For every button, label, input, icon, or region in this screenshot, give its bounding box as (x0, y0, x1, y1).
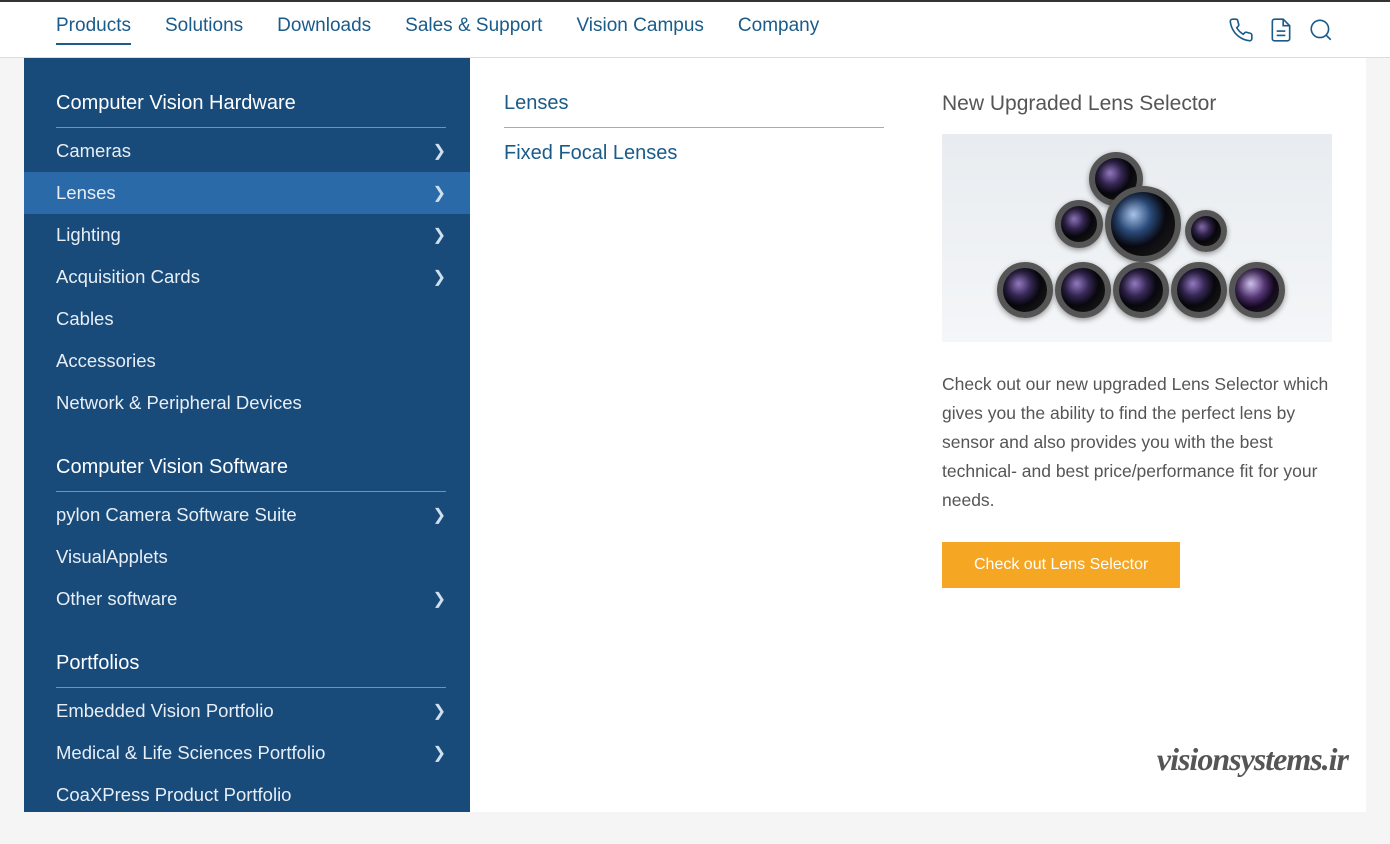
search-icon[interactable] (1308, 17, 1334, 43)
sidebar-item-network-peripheral[interactable]: Network & Peripheral Devices (24, 382, 470, 424)
promo-panel: New Upgraded Lens Selector Check out our… (942, 58, 1366, 812)
chevron-right-icon: ❯ (433, 225, 446, 245)
chevron-right-icon: ❯ (433, 589, 446, 609)
sidebar-item-label: Cables (56, 308, 114, 330)
sidebar-item-coaxpress[interactable]: CoaXPress Product Portfolio (24, 774, 470, 816)
sidebar-group-software: Computer Vision Software pylon Camera So… (56, 444, 446, 620)
main-nav: Products Solutions Downloads Sales & Sup… (56, 15, 819, 45)
sidebar-item-accessories[interactable]: Accessories (24, 340, 470, 382)
promo-image (942, 134, 1332, 342)
sidebar-item-lighting[interactable]: Lighting ❯ (24, 214, 470, 256)
nav-vision-campus[interactable]: Vision Campus (576, 15, 703, 45)
nav-company[interactable]: Company (738, 15, 819, 45)
chevron-right-icon: ❯ (433, 267, 446, 287)
sidebar-item-cables[interactable]: Cables (24, 298, 470, 340)
sidebar-item-embedded-vision[interactable]: Embedded Vision Portfolio ❯ (24, 690, 470, 732)
chevron-right-icon: ❯ (433, 743, 446, 763)
promo-title: New Upgraded Lens Selector (942, 80, 1332, 134)
chevron-right-icon: ❯ (433, 701, 446, 721)
sidebar-item-label: VisualApplets (56, 546, 168, 568)
sidebar-item-label: Network & Peripheral Devices (56, 392, 302, 414)
content-area: Computer Vision Hardware Cameras ❯ Lenses… (24, 58, 1366, 812)
sidebar-item-pylon[interactable]: pylon Camera Software Suite ❯ (24, 494, 470, 536)
sidebar: Computer Vision Hardware Cameras ❯ Lenses… (24, 58, 470, 812)
sidebar-item-label: pylon Camera Software Suite (56, 504, 297, 526)
chevron-right-icon: ❯ (433, 141, 446, 161)
watermark: visionsystems.ir (1157, 741, 1348, 778)
top-navigation-bar: Products Solutions Downloads Sales & Sup… (0, 0, 1390, 58)
sidebar-item-label: Other software (56, 588, 177, 610)
sidebar-item-label: Accessories (56, 350, 156, 372)
phone-icon[interactable] (1228, 17, 1254, 43)
sidebar-group-hardware: Computer Vision Hardware Cameras ❯ Lenses… (56, 80, 446, 424)
chevron-right-icon: ❯ (433, 183, 446, 203)
middle-header-lenses: Lenses (504, 80, 884, 128)
sidebar-group-portfolios: Portfolios Embedded Vision Portfolio ❯ Me… (56, 640, 446, 816)
nav-sales-support[interactable]: Sales & Support (405, 15, 542, 45)
sidebar-item-label: Lighting (56, 224, 121, 246)
sidebar-item-label: Medical & Life Sciences Portfolio (56, 742, 325, 764)
middle-panel: Lenses Fixed Focal Lenses (470, 58, 942, 812)
promo-body-text: Check out our new upgraded Lens Selector… (942, 370, 1332, 514)
sidebar-header-software: Computer Vision Software (56, 444, 446, 492)
document-icon[interactable] (1268, 17, 1294, 43)
sidebar-item-cameras[interactable]: Cameras ❯ (24, 130, 470, 172)
sidebar-item-acquisition-cards[interactable]: Acquisition Cards ❯ (24, 256, 470, 298)
check-out-lens-selector-button[interactable]: Check out Lens Selector (942, 542, 1180, 588)
chevron-right-icon: ❯ (433, 505, 446, 525)
middle-item-fixed-focal[interactable]: Fixed Focal Lenses (504, 128, 908, 179)
sidebar-item-label: Embedded Vision Portfolio (56, 700, 274, 722)
top-toolbar-icons (1228, 17, 1334, 43)
sidebar-header-hardware: Computer Vision Hardware (56, 80, 446, 128)
sidebar-item-label: Lenses (56, 182, 116, 204)
sidebar-item-label: Cameras (56, 140, 131, 162)
sidebar-header-portfolios: Portfolios (56, 640, 446, 688)
sidebar-item-visualapplets[interactable]: VisualApplets (24, 536, 470, 578)
nav-downloads[interactable]: Downloads (277, 15, 371, 45)
sidebar-item-label: CoaXPress Product Portfolio (56, 784, 291, 806)
nav-solutions[interactable]: Solutions (165, 15, 243, 45)
sidebar-item-label: Acquisition Cards (56, 266, 200, 288)
sidebar-item-medical-life[interactable]: Medical & Life Sciences Portfolio ❯ (24, 732, 470, 774)
nav-products[interactable]: Products (56, 15, 131, 45)
sidebar-item-other-software[interactable]: Other software ❯ (24, 578, 470, 620)
lens-pyramid-graphic (997, 148, 1277, 318)
sidebar-item-lenses[interactable]: Lenses ❯ (24, 172, 470, 214)
